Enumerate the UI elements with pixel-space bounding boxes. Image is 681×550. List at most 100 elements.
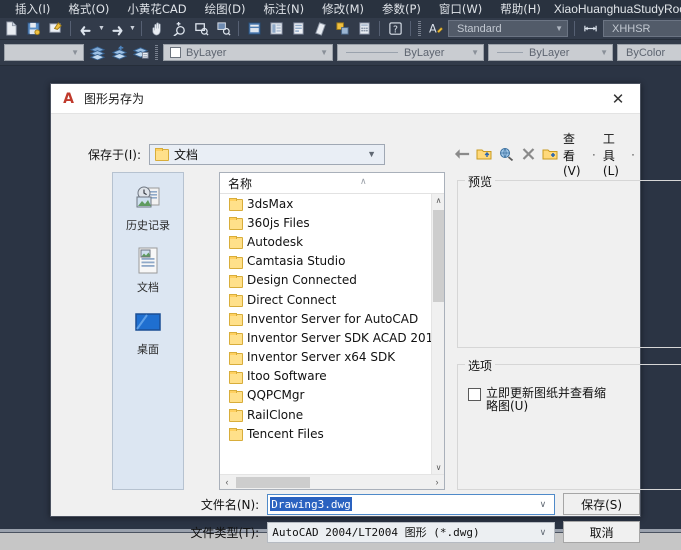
new-folder-icon[interactable] bbox=[539, 143, 561, 165]
horizontal-scroll-thumb[interactable] bbox=[236, 477, 310, 488]
menu-item-window[interactable]: 窗口(W) bbox=[430, 0, 491, 18]
view-menu-dropdown-icon[interactable]: · bbox=[587, 147, 601, 161]
file-list-item[interactable]: Tencent Files bbox=[220, 424, 431, 443]
view-menu-button[interactable]: 查看(V) bbox=[561, 130, 587, 178]
tools-menu-button[interactable]: 工具(L) bbox=[601, 130, 626, 178]
file-type-combo[interactable]: AutoCAD 2004/LT2004 图形 (*.dwg) ∨ bbox=[267, 521, 556, 543]
dimension-style-icon[interactable] bbox=[580, 20, 600, 38]
calculator-icon[interactable] bbox=[354, 20, 374, 38]
scroll-left-icon[interactable]: ‹ bbox=[220, 475, 234, 489]
file-list-header[interactable]: 名称 ∧ bbox=[220, 173, 444, 194]
lineweight-preview bbox=[497, 52, 523, 53]
zoom-realtime-icon[interactable] bbox=[169, 20, 189, 38]
new-file-icon[interactable] bbox=[1, 20, 21, 38]
dimension-style-combo[interactable]: XHHSR ▼ bbox=[603, 20, 681, 37]
menu-item-parametric[interactable]: 参数(P) bbox=[373, 0, 430, 18]
file-list-vertical-scrollbar[interactable]: ∧ ∨ bbox=[431, 194, 444, 474]
save-icon[interactable] bbox=[23, 20, 43, 38]
file-list-item[interactable]: RailClone bbox=[220, 405, 431, 424]
close-icon[interactable]: ✕ bbox=[596, 84, 640, 113]
menu-item-dimension[interactable]: 标注(N) bbox=[255, 0, 314, 18]
places-item-documents[interactable]: 文档 bbox=[115, 245, 181, 295]
layer-properties-manager-icon[interactable] bbox=[87, 44, 107, 62]
chevron-down-icon[interactable]: ▼ bbox=[596, 48, 608, 57]
update-thumbnail-checkbox[interactable] bbox=[468, 388, 481, 401]
color-combo[interactable]: ByLayer ▼ bbox=[337, 44, 484, 61]
chevron-down-icon[interactable]: ▼ bbox=[67, 48, 79, 57]
file-list-item[interactable]: Direct Connect bbox=[220, 290, 431, 309]
scroll-up-icon[interactable]: ∧ bbox=[432, 194, 444, 207]
file-list-item[interactable]: Inventor Server for AutoCAD bbox=[220, 309, 431, 328]
design-center-icon[interactable] bbox=[266, 20, 286, 38]
chevron-down-icon[interactable]: ▼ bbox=[551, 24, 563, 33]
file-list-item[interactable]: Camtasia Studio bbox=[220, 252, 431, 271]
workspace-combo[interactable]: ▼ bbox=[4, 44, 84, 61]
options-group: 选项 立即更新图纸并查看缩略图(U) bbox=[457, 357, 681, 490]
vertical-scroll-thumb[interactable] bbox=[433, 210, 444, 302]
file-list-horizontal-scrollbar[interactable]: ‹ › bbox=[220, 474, 444, 489]
file-name-combo[interactable]: Drawing3.dwg ∨ bbox=[267, 493, 556, 515]
menu-item-help[interactable]: 帮助(H) bbox=[491, 0, 550, 18]
tool-palettes-icon[interactable] bbox=[288, 20, 308, 38]
zoom-previous-icon[interactable] bbox=[213, 20, 233, 38]
layer-states-icon[interactable] bbox=[131, 44, 151, 62]
zoom-window-icon[interactable] bbox=[191, 20, 211, 38]
chevron-down-icon[interactable]: ▼ bbox=[367, 149, 382, 159]
column-header-name[interactable]: 名称 bbox=[220, 175, 252, 192]
file-list-item[interactable]: Autodesk bbox=[220, 232, 431, 251]
places-item-history[interactable]: 历史记录 bbox=[115, 183, 181, 233]
menu-item-draw[interactable]: 绘图(D) bbox=[196, 0, 255, 18]
user-account-label[interactable]: XiaoHuanghuaStudyRoo bbox=[550, 2, 681, 16]
menu-item-insert[interactable]: 插入(I) bbox=[6, 0, 59, 18]
up-one-level-icon[interactable] bbox=[473, 143, 495, 165]
plot-icon[interactable] bbox=[45, 20, 65, 38]
text-style-icon[interactable]: A bbox=[425, 20, 445, 38]
dialog-title-bar[interactable]: A 图形另存为 ✕ bbox=[51, 84, 640, 114]
help-icon[interactable]: ? bbox=[385, 20, 405, 38]
tools-menu-dropdown-icon[interactable]: · bbox=[626, 147, 640, 161]
undo-dropdown-icon[interactable]: ▼ bbox=[97, 21, 106, 37]
places-item-label: 桌面 bbox=[137, 343, 159, 356]
file-list-item[interactable]: 360js Files bbox=[220, 213, 431, 232]
undo-icon[interactable] bbox=[76, 20, 96, 38]
toolbar-grip[interactable] bbox=[155, 44, 158, 61]
back-arrow-icon[interactable] bbox=[451, 143, 473, 165]
text-style-combo[interactable]: Standard ▼ bbox=[448, 20, 568, 37]
markup-set-icon[interactable] bbox=[332, 20, 352, 38]
chevron-down-icon[interactable]: ∨ bbox=[540, 499, 555, 510]
file-list-item[interactable]: Inventor Server x64 SDK bbox=[220, 348, 431, 367]
pan-hand-icon[interactable] bbox=[147, 20, 167, 38]
scroll-right-icon[interactable]: › bbox=[430, 475, 444, 489]
chevron-down-icon[interactable]: ▼ bbox=[467, 48, 479, 57]
redo-icon[interactable] bbox=[107, 20, 127, 38]
scroll-down-icon[interactable]: ∨ bbox=[432, 461, 444, 474]
layer-combo[interactable]: ByLayer ▼ bbox=[163, 44, 333, 61]
search-web-icon[interactable] bbox=[495, 143, 517, 165]
file-list-item[interactable]: QQPCMgr bbox=[220, 386, 431, 405]
toolbar-grip[interactable] bbox=[418, 20, 421, 37]
plotstyle-combo[interactable]: ByColor bbox=[617, 44, 681, 61]
update-thumbnail-checkbox-row[interactable]: 立即更新图纸并查看缩略图(U) bbox=[468, 387, 616, 413]
save-in-combo[interactable]: 文档 ▼ bbox=[149, 143, 385, 165]
delete-icon[interactable] bbox=[517, 143, 539, 165]
file-list-item[interactable]: 3dsMax bbox=[220, 194, 431, 213]
file-list-item[interactable]: Design Connected bbox=[220, 271, 431, 290]
layer-previous-icon[interactable] bbox=[109, 44, 129, 62]
save-button[interactable]: 保存(S) bbox=[563, 493, 640, 515]
chevron-down-icon[interactable]: ▼ bbox=[316, 48, 328, 57]
file-list-item[interactable]: Itoo Software bbox=[220, 367, 431, 386]
menu-item-xiaohuanghua-cad[interactable]: 小黄花CAD bbox=[118, 0, 195, 18]
cancel-button[interactable]: 取消 bbox=[563, 521, 640, 543]
menu-item-modify[interactable]: 修改(M) bbox=[313, 0, 373, 18]
file-list-item[interactable]: Inventor Server SDK ACAD 2018 bbox=[220, 328, 431, 347]
properties-icon[interactable] bbox=[244, 20, 264, 38]
chevron-down-icon[interactable]: ∨ bbox=[540, 527, 555, 538]
file-name-input[interactable]: Drawing3.dwg bbox=[270, 497, 352, 511]
linetype-combo[interactable]: ByLayer ▼ bbox=[488, 44, 613, 61]
sheet-set-icon[interactable] bbox=[310, 20, 330, 38]
menu-item-format[interactable]: 格式(O) bbox=[59, 0, 118, 18]
preview-group-title: 预览 bbox=[465, 173, 496, 190]
redo-dropdown-icon[interactable]: ▼ bbox=[128, 21, 137, 37]
file-list[interactable]: 名称 ∧ 3dsMax 360js Files Autodesk Camtasia S… bbox=[219, 172, 445, 490]
places-item-desktop[interactable]: 桌面 bbox=[115, 307, 181, 357]
